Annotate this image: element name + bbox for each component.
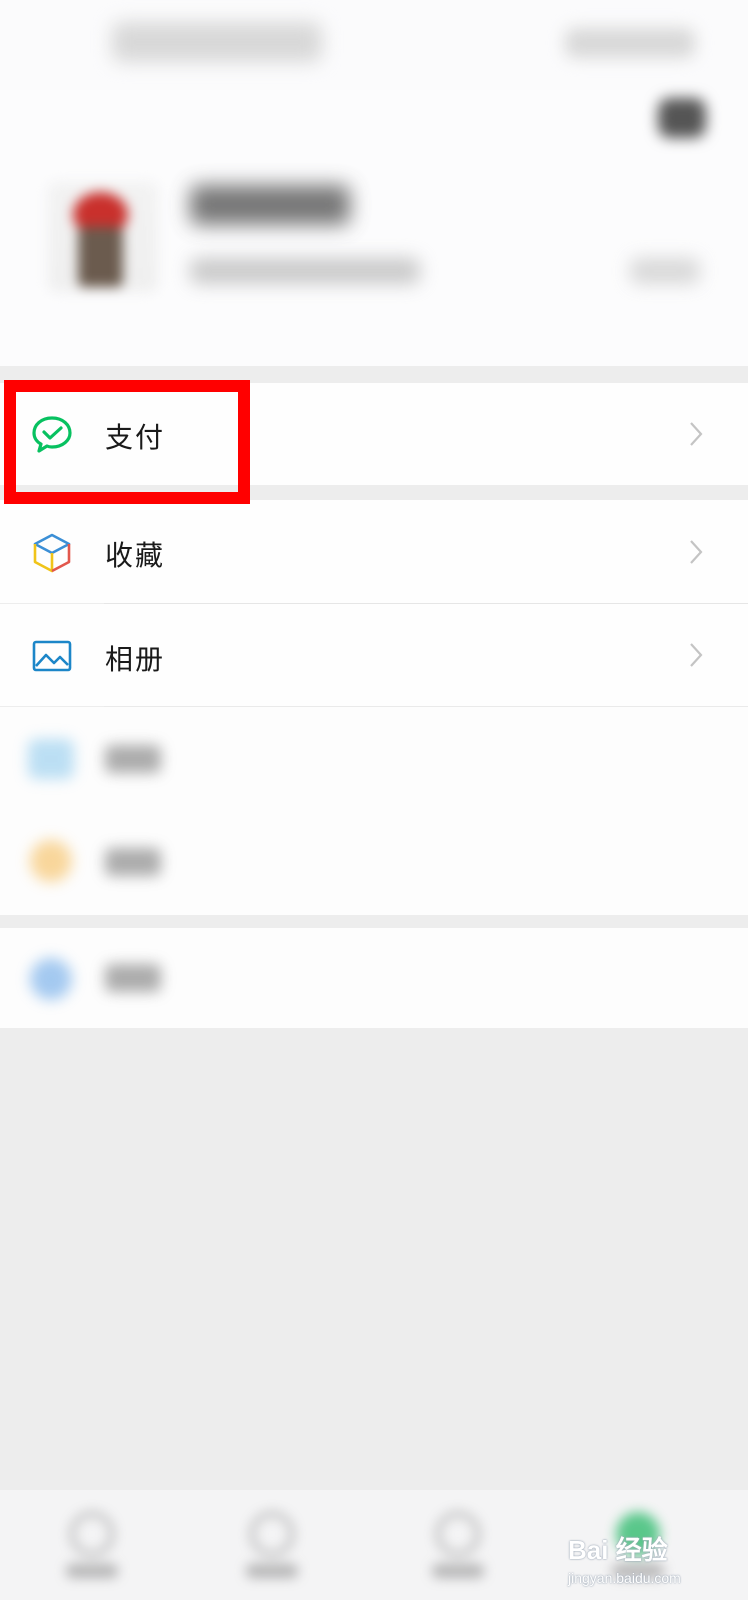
emoji-icon	[30, 840, 72, 882]
baidu-jingyan-watermark: Bai 经验 jingyan.baidu.com	[568, 1530, 738, 1594]
chevron-right-icon	[690, 643, 703, 667]
menu-item-favorites[interactable]: 收藏	[0, 500, 748, 603]
tab-discover[interactable]	[428, 1512, 488, 1582]
menu-item-favorites-label: 收藏	[105, 539, 166, 572]
menu-item-album[interactable]: 相册	[0, 604, 748, 706]
nickname-blurred	[190, 185, 350, 225]
settings-icon	[30, 958, 72, 1000]
chevron-right-icon	[690, 422, 703, 446]
tab-chats[interactable]	[62, 1512, 122, 1582]
menu-item-settings-label-blurred	[105, 964, 161, 992]
status-bar	[0, 0, 748, 90]
watermark-sub: jingyan.baidu.com	[568, 1570, 681, 1586]
picture-icon	[32, 640, 72, 672]
qr-code-icon[interactable]	[630, 258, 700, 284]
tab-contacts[interactable]	[242, 1512, 302, 1582]
avatar[interactable]	[48, 182, 158, 292]
menu-item-settings[interactable]	[0, 928, 748, 1028]
status-bar-right-blurred	[565, 28, 695, 58]
menu-item-stickers-label-blurred	[105, 848, 161, 876]
chat-icon	[70, 1512, 114, 1556]
compass-icon	[436, 1512, 480, 1556]
wechat-id-blurred	[190, 258, 420, 284]
camera-icon[interactable]	[658, 98, 706, 138]
status-bar-left-blurred	[112, 22, 322, 62]
watermark-main: Bai 经验	[568, 1535, 668, 1565]
chevron-right-icon	[690, 540, 703, 564]
menu-item-cards[interactable]	[0, 707, 748, 810]
menu-item-album-label: 相册	[105, 643, 166, 676]
card-icon	[28, 739, 74, 779]
menu-item-stickers[interactable]	[0, 810, 748, 915]
highlight-box-pay	[4, 380, 250, 504]
profile-header[interactable]	[0, 90, 748, 366]
cube-icon	[33, 533, 71, 573]
contacts-icon	[250, 1512, 294, 1556]
menu-item-cards-label-blurred	[105, 745, 161, 773]
